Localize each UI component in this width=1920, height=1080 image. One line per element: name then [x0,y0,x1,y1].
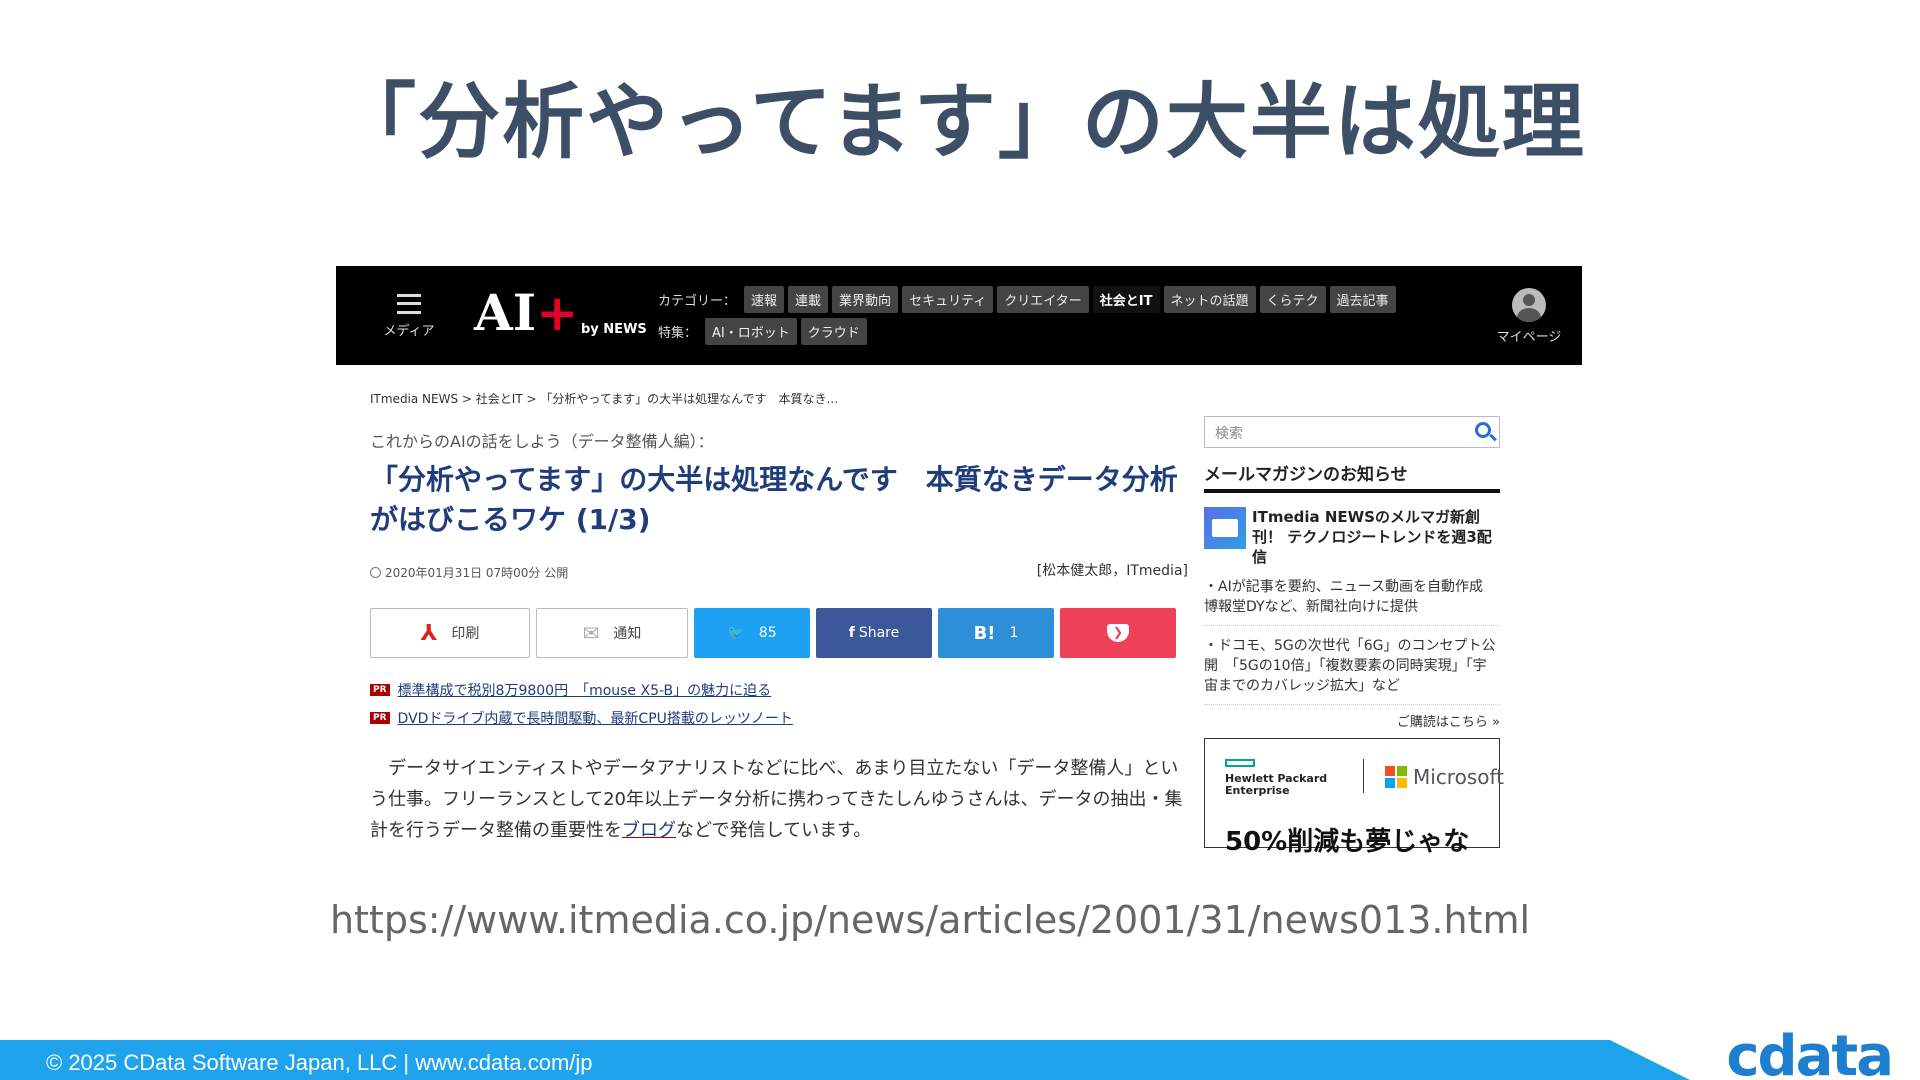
category-label: カテゴリー： [658,294,737,309]
pr-link[interactable]: PR DVDドライブ内蔵で長時間駆動、最新CPU搭載のレッツノート [370,708,793,728]
footer-copyright: © 2025 CData Software Japan, LLC | www.c… [46,1050,593,1075]
pr-badge: PR [370,684,390,696]
clock-icon [370,567,381,578]
newsletter-item[interactable]: ・AIが記事を要約、ニュース動画を自動作成 博報堂DYなど、新聞社向けに提供 [1204,573,1500,626]
facebook-share-button[interactable]: f Share [816,608,932,658]
newsletter-heading: メールマガジンのお知らせ [1204,460,1500,493]
microsoft-logo: Microsoft [1385,765,1504,789]
article-headline: 「分析やってます」の大半は処理なんです 本質なきデータ分析がはびこるワケ (1/… [370,463,1178,536]
ad-banner[interactable]: Hewlett Packard Enterprise Microsoft 50%… [1204,738,1504,866]
pr-links: PR 標準構成で税別8万9800円 「mouse X5-B」の魅力に迫る PR DV… [370,680,793,736]
newsletter-item[interactable]: ・ドコモ、5Gの次世代「6G」のコンセプト公開 「5Gの10倍」「複数要素の同時… [1204,632,1500,705]
media-menu-label: メディア [383,324,435,339]
source-url: https://www.itmedia.co.jp/news/articles/… [329,898,1531,942]
envelope-icon [1204,507,1246,549]
category-item-active[interactable]: 社会とIT [1092,286,1160,313]
cdata-logo: cdata [1726,1024,1894,1080]
sidebar: 検索 メールマガジンのお知らせ ITmedia NEWSのメルマガ新創刊！ テク… [1204,416,1504,866]
slide-title: 「分析やってます」の大半は処理 [334,75,1586,170]
byline: [松本健太郎，ITmedia] [1036,563,1188,579]
site-logo[interactable]: AI+ [474,288,578,339]
feature-item[interactable]: クラウド [800,318,867,345]
article-screenshot: メディア AI+ by NEWS カテゴリー： 速報 連載 業界動向 セキュリテ… [336,266,1582,866]
blog-link[interactable]: ブログ [622,820,676,841]
feature-item[interactable]: AI・ロボット [705,318,797,345]
hatena-bookmark-button[interactable]: B! 1 [938,608,1054,658]
hamburger-icon [397,294,421,314]
feature-label: 特集： [658,326,698,341]
twitter-icon: 🐦 [727,625,745,641]
user-icon [1512,288,1546,322]
breadcrumb-link[interactable]: ITmedia NEWS [370,392,458,406]
hpe-bar-icon [1225,759,1255,767]
article-kicker: これからのAIの話をしよう（データ整備人編）： [370,432,714,451]
notify-button[interactable]: ✉ 通知 [536,608,688,658]
logo-subtitle: by NEWS [581,322,647,337]
pr-link[interactable]: PR 標準構成で税別8万9800円 「mouse X5-B」の魅力に迫る [370,680,793,700]
publish-date: 2020年01月31日 07時00分 公開 [370,564,568,581]
facebook-icon: f [848,625,855,641]
mail-icon: ✉ [582,621,600,645]
ad-divider [1363,759,1364,793]
mypage-button[interactable]: マイページ [1496,288,1562,345]
breadcrumb-link[interactable]: 社会とIT [476,392,523,406]
share-bar: ⅄ 印刷 ✉ 通知 🐦 85 f Share B! 1 ❯ [370,608,1182,658]
category-item[interactable]: クリエイター [997,286,1089,313]
newsletter-feature[interactable]: ITmedia NEWSのメルマガ新創刊！ テクノロジートレンドを週3配信 [1204,507,1500,567]
print-button[interactable]: ⅄ 印刷 [370,608,530,658]
subscribe-link[interactable]: ご購読はこちら » [1204,711,1500,730]
mypage-label: マイページ [1496,330,1562,345]
category-item[interactable]: ネットの話題 [1163,286,1256,313]
category-nav: カテゴリー： 速報 連載 業界動向 セキュリティ クリエイター 社会とIT ネッ… [658,286,1400,313]
pocket-icon: ❯ [1107,624,1129,642]
search-input[interactable]: 検索 [1204,416,1500,448]
media-menu-button[interactable]: メディア [382,294,436,339]
site-header: メディア AI+ by NEWS カテゴリー： 速報 連載 業界動向 セキュリテ… [336,266,1582,365]
category-item[interactable]: くらテク [1259,286,1326,313]
category-item[interactable]: 連載 [788,286,829,313]
category-item[interactable]: 業界動向 [832,286,899,313]
category-item[interactable]: 速報 [744,286,785,313]
pr-badge: PR [370,712,390,724]
category-item[interactable]: セキュリティ [902,286,994,313]
microsoft-icon [1385,766,1407,788]
ad-headline: 50%削減も夢じゃない！ [1225,827,1470,866]
hpe-logo: Hewlett Packard Enterprise [1225,759,1327,797]
category-item[interactable]: 過去記事 [1329,286,1396,313]
article-body: データサイエンティストやデータアナリストなどに比べ、あまり目立たない「データ整備… [370,758,1183,841]
feature-nav: 特集： AI・ロボット クラウド [658,318,871,345]
pocket-button[interactable]: ❯ [1060,608,1176,658]
pdf-icon: ⅄ [420,620,438,646]
twitter-share-button[interactable]: 🐦 85 [694,608,810,658]
search-icon[interactable] [1475,422,1491,438]
breadcrumb-current: 「分析やってます」の大半は処理なんです 本質なき... [540,392,839,406]
breadcrumb: ITmedia NEWS > 社会とIT > 「分析やってます」の大半は処理なん… [370,392,839,406]
hatena-icon: B! [973,622,996,644]
